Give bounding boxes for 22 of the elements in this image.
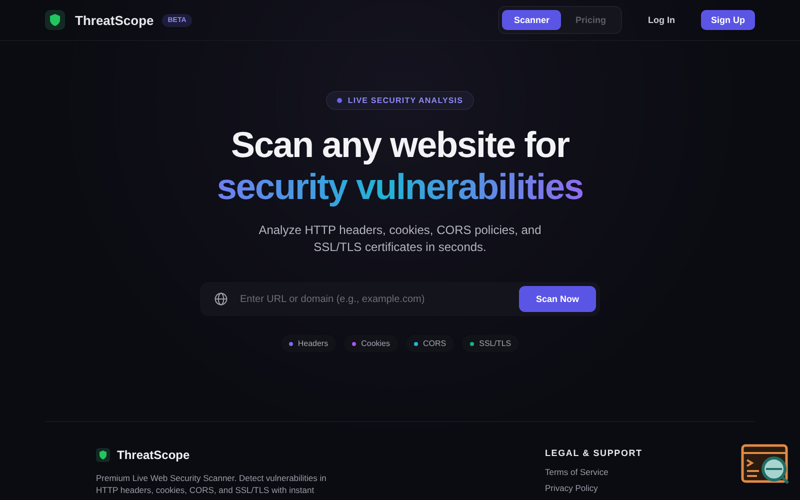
shield-logo-icon — [45, 10, 65, 30]
url-search-bar[interactable]: Enter URL or domain (e.g., example.com) Scan Now — [200, 282, 600, 316]
headline: Scan any website for — [230, 124, 570, 166]
scan-type-chip: Cookies — [344, 335, 398, 352]
nav-tab[interactable]: Pricing — [563, 10, 618, 30]
brand-name[interactable]: ThreatScope — [75, 12, 154, 28]
footer-heading: LEGAL & SUPPORT — [545, 448, 644, 458]
live-badge: LIVE SECURITY ANALYSIS — [326, 91, 474, 110]
footer-brand-name: ThreatScope — [117, 448, 190, 462]
scan-now-button[interactable]: Scan Now — [518, 286, 596, 312]
scan-type-chip: Headers — [280, 335, 336, 352]
subtitle: Analyze HTTP headers, cookies, CORS policies, and SSL/TLS certificates in seconds. — [258, 222, 542, 256]
log-in-link[interactable]: Log In — [640, 10, 683, 30]
footer-link[interactable]: Terms of Service — [545, 467, 705, 477]
globe-icon — [214, 292, 228, 306]
scan-type-chip: CORS — [406, 335, 454, 352]
shield-logo-icon — [96, 448, 110, 462]
scan-type-chip: SSL/TLS — [462, 335, 520, 352]
footer-link[interactable]: Privacy Policy — [545, 483, 705, 493]
nav-tab[interactable]: Scanner — [502, 10, 562, 30]
sign-up-button[interactable]: Sign Up — [701, 10, 755, 30]
footer-description: Premium Live Web Security Scanner. Detect vulnerabilities in HTTP headers, cookies, CORS, and SSL/TLS with instant — [96, 472, 328, 496]
